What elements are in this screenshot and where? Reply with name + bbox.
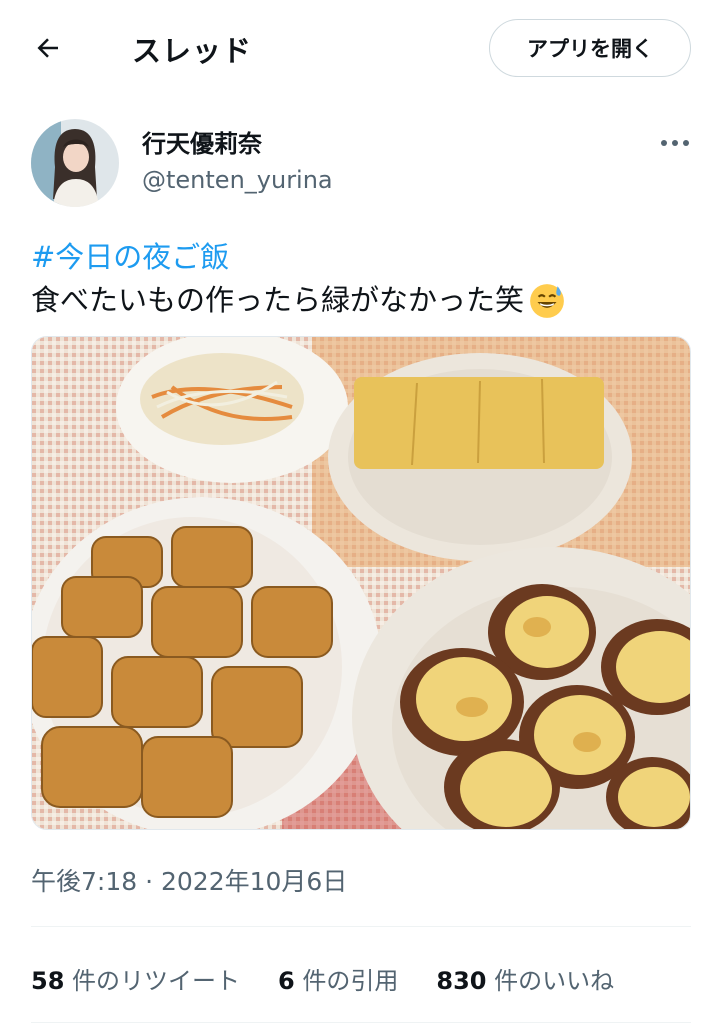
divider: [31, 1022, 691, 1023]
avatar[interactable]: [31, 119, 119, 207]
likes-label: 件のいいね: [486, 966, 615, 995]
quotes-count: 6: [278, 966, 295, 995]
page-title: スレッド: [132, 34, 253, 68]
likes-stat[interactable]: 830 件のいいね: [436, 961, 614, 996]
tweet-stats: 58 件のリツイート 6 件の引用 830 件のいいね: [31, 958, 652, 998]
author-handle[interactable]: @tenten_yurina: [142, 166, 333, 194]
tweet-text: #今日の夜ご飯 食べたいもの作ったら緑がなかった笑: [31, 236, 691, 322]
more-dots-icon: [661, 140, 689, 146]
tweet-timestamp[interactable]: 午後7:18 · 2022年10月6日: [31, 862, 347, 898]
retweets-stat[interactable]: 58 件のリツイート: [31, 961, 240, 996]
more-button[interactable]: [655, 128, 695, 158]
open-app-button[interactable]: アプリを開く: [489, 19, 691, 77]
author-name[interactable]: 行天優莉奈: [142, 124, 262, 159]
tweet-body: 食べたいもの作ったら緑がなかった笑: [31, 283, 525, 317]
tweet-photo[interactable]: [31, 336, 691, 830]
grinning-face-with-sweat-emoji: [530, 283, 564, 318]
likes-count: 830: [436, 966, 487, 995]
retweets-label: 件のリツイート: [64, 966, 241, 995]
quotes-label: 件の引用: [294, 966, 399, 995]
back-button[interactable]: [28, 28, 68, 68]
divider: [31, 926, 691, 927]
quotes-stat[interactable]: 6 件の引用: [278, 961, 398, 996]
top-bar: スレッド アプリを開く: [0, 0, 720, 100]
retweets-count: 58: [31, 966, 65, 995]
arrow-left-icon: [37, 38, 58, 58]
hashtag-link[interactable]: #今日の夜ご飯: [31, 236, 691, 279]
